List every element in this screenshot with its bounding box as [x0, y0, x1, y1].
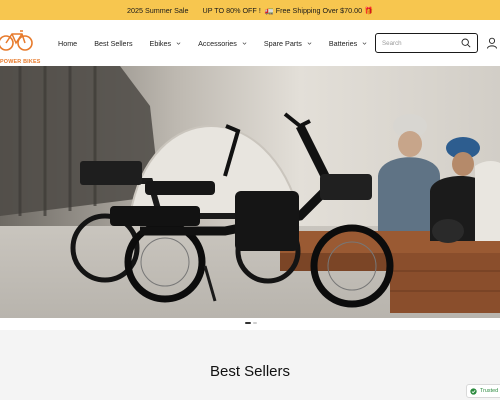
trusted-badge[interactable]: Trusted	[466, 384, 500, 398]
hero-image	[0, 66, 500, 318]
trusted-label: Trusted	[480, 388, 499, 394]
main-nav: Home Best Sellers Ebikes Accessories Spa…	[58, 20, 384, 66]
nav-label: Spare Parts	[263, 38, 302, 48]
announcement-sale: 2025 Summer Sale	[126, 5, 189, 15]
bike-logo-icon	[0, 30, 33, 51]
nav-item-batteries[interactable]: Batteries	[329, 39, 367, 48]
nav-label: Ebikes	[149, 38, 172, 48]
nav-item-spare-parts[interactable]: Spare Parts	[264, 39, 312, 48]
checkmark-shield-icon	[470, 387, 477, 395]
nav-label: Best Sellers	[94, 38, 133, 48]
carousel-dots	[245, 322, 257, 326]
chevron-down-icon	[307, 41, 312, 45]
search-input[interactable]	[382, 37, 458, 49]
nav-item-accessories[interactable]: Accessories	[198, 39, 247, 48]
site-header: POWER BIKES Home Best Sellers Ebikes Acc…	[0, 20, 500, 67]
announcement-shipping: 🚛 Free Shipping Over $70.00 🎁	[264, 5, 374, 15]
search-icon[interactable]	[461, 38, 471, 48]
nav-item-best-sellers[interactable]: Best Sellers	[94, 39, 132, 48]
nav-label: Home	[58, 38, 78, 48]
nav-label: Accessories	[198, 38, 237, 48]
chevron-down-icon	[362, 41, 367, 45]
nav-label: Batteries	[328, 38, 358, 48]
search-box[interactable]	[375, 33, 478, 53]
brand-logo[interactable]: POWER BIKES	[0, 28, 44, 65]
announcement-bar: 2025 Summer Sale UP TO 80% OFF ! 🚛 Free …	[0, 0, 500, 20]
carousel-dot-1[interactable]	[245, 322, 251, 324]
carousel-dot-2[interactable]	[253, 322, 257, 324]
hero-banner[interactable]	[0, 66, 500, 318]
nav-item-ebikes[interactable]: Ebikes	[150, 39, 182, 48]
brand-name: POWER BIKES	[0, 59, 41, 65]
user-icon[interactable]	[486, 37, 498, 49]
chevron-down-icon	[242, 41, 247, 45]
section-title: Best Sellers	[209, 363, 291, 380]
chevron-down-icon	[176, 41, 181, 45]
nav-item-home[interactable]: Home	[58, 39, 77, 48]
announcement-discount: UP TO 80% OFF !	[202, 5, 261, 15]
